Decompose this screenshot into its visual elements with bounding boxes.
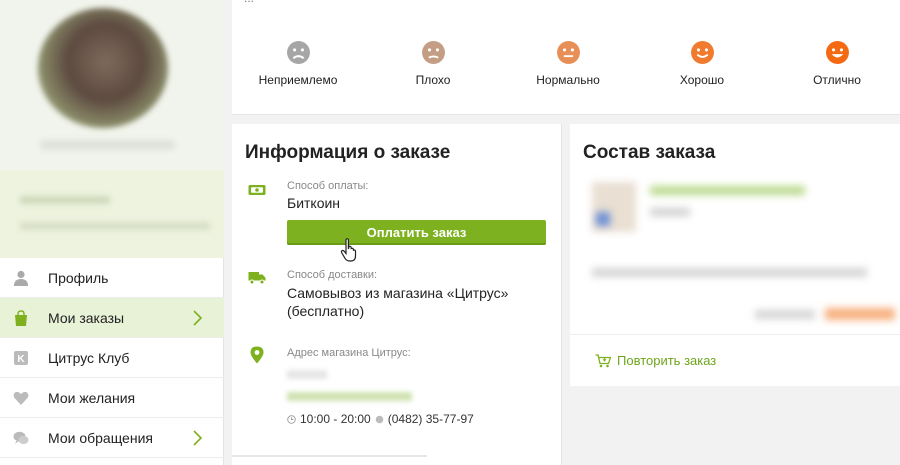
sidebar-item-profile[interactable]: Профиль [0, 258, 224, 298]
shopping-bag-icon [15, 310, 27, 326]
neutral-face-icon [556, 41, 580, 64]
blurred-product-badge [596, 212, 610, 226]
happy-face-icon [825, 41, 849, 64]
blurred-product-detail [650, 208, 690, 216]
chevron-right-icon [193, 310, 203, 326]
profile-card [0, 0, 224, 258]
clock-icon [287, 414, 296, 424]
rating-label: Плохо [415, 73, 451, 87]
sidebar-item-label: Профиль [48, 269, 109, 286]
sidebar-item-wishlist[interactable]: Мои желания [0, 378, 224, 418]
svg-text:K: K [17, 354, 25, 365]
blurred-order-summary [592, 268, 867, 277]
delivery-method-label: Способ доставки: [287, 269, 378, 281]
delivery-truck-icon [248, 272, 266, 285]
blur-overlay [280, 361, 480, 409]
very-sad-face-icon [286, 41, 310, 64]
blurred-club-text [20, 196, 110, 204]
user-icon [14, 270, 28, 286]
repeat-order-link[interactable]: Повторить заказ [595, 353, 716, 368]
sidebar-item-club[interactable]: K Цитрус Клуб [0, 338, 224, 378]
rating-option-unacceptable[interactable]: Неприемлемо [233, 40, 363, 87]
delivery-method-value: Самовывоз из магазина «Цитрус» (бесплатн… [287, 285, 509, 319]
rating-label: Нормально [536, 73, 600, 87]
heart-icon [13, 391, 29, 405]
order-contents-card: Состав заказа Повторить заказ [570, 124, 900, 386]
blurred-club-text [20, 222, 210, 230]
rating-option-good[interactable]: Хорошо [637, 40, 767, 87]
avatar [38, 8, 168, 128]
chevron-right-icon [193, 430, 203, 446]
rating-label: Отлично [813, 73, 861, 87]
divider [570, 334, 900, 335]
order-info-card: Информация о заказе Способ оплаты: Битко… [232, 124, 562, 465]
rating-option-excellent[interactable]: Отлично [772, 40, 900, 87]
sad-face-icon [421, 41, 445, 64]
order-contents-title: Состав заказа [583, 142, 716, 163]
blurred-user-name [40, 140, 175, 150]
rating-prompt: ... [244, 0, 504, 5]
divider [232, 455, 427, 457]
location-pin-icon [250, 346, 264, 364]
payment-method-label: Способ оплаты: [287, 180, 369, 192]
order-info-title: Информация о заказе [245, 142, 451, 163]
sidebar-item-orders[interactable]: Мои заказы [0, 298, 224, 338]
sidebar: Профиль Мои заказы K Цитрус Клуб Мои жел… [0, 0, 224, 465]
money-icon [248, 185, 266, 195]
blurred-total-label [755, 310, 815, 319]
sidebar-item-label: Цитрус Клуб [48, 349, 130, 366]
blurred-total-price [825, 308, 895, 320]
store-phone: (0482) 35-77-97 [387, 412, 474, 426]
sidebar-item-requests[interactable]: Мои обращения [0, 418, 224, 458]
store-hours: 10:00 - 20:00 [300, 412, 371, 426]
rating-label: Неприемлемо [258, 73, 338, 87]
rating-option-normal[interactable]: Нормально [503, 40, 633, 87]
hand-cursor-icon [340, 238, 357, 262]
rating-label: Хорошо [679, 73, 725, 87]
pay-order-button[interactable]: Оплатить заказ [287, 220, 546, 245]
sidebar-item-label: Мои заказы [48, 309, 125, 326]
sidebar-item-label: Мои желания [48, 389, 136, 406]
smile-face-icon [690, 41, 714, 64]
payment-method-value: Биткоин [287, 195, 341, 211]
store-hours-row: 10:00 - 20:00 (0482) 35-77-97 [287, 412, 474, 426]
club-info-box [0, 170, 224, 258]
rating-option-bad[interactable]: Плохо [368, 40, 498, 87]
club-badge-icon: K [14, 351, 28, 365]
blurred-product-name[interactable] [650, 186, 805, 195]
repeat-order-label: Повторить заказ [617, 353, 717, 368]
chat-icon [13, 431, 29, 444]
sidebar-item-label: Мои обращения [48, 429, 153, 446]
phone-icon [375, 415, 384, 423]
sidebar-menu: Профиль Мои заказы K Цитрус Клуб Мои жел… [0, 258, 224, 458]
cart-icon [595, 353, 611, 367]
rating-card: ... Неприемлемо Плохо Нормально Хорошо О… [232, 0, 900, 115]
store-address-label: Адрес магазина Цитрус: [287, 347, 411, 359]
